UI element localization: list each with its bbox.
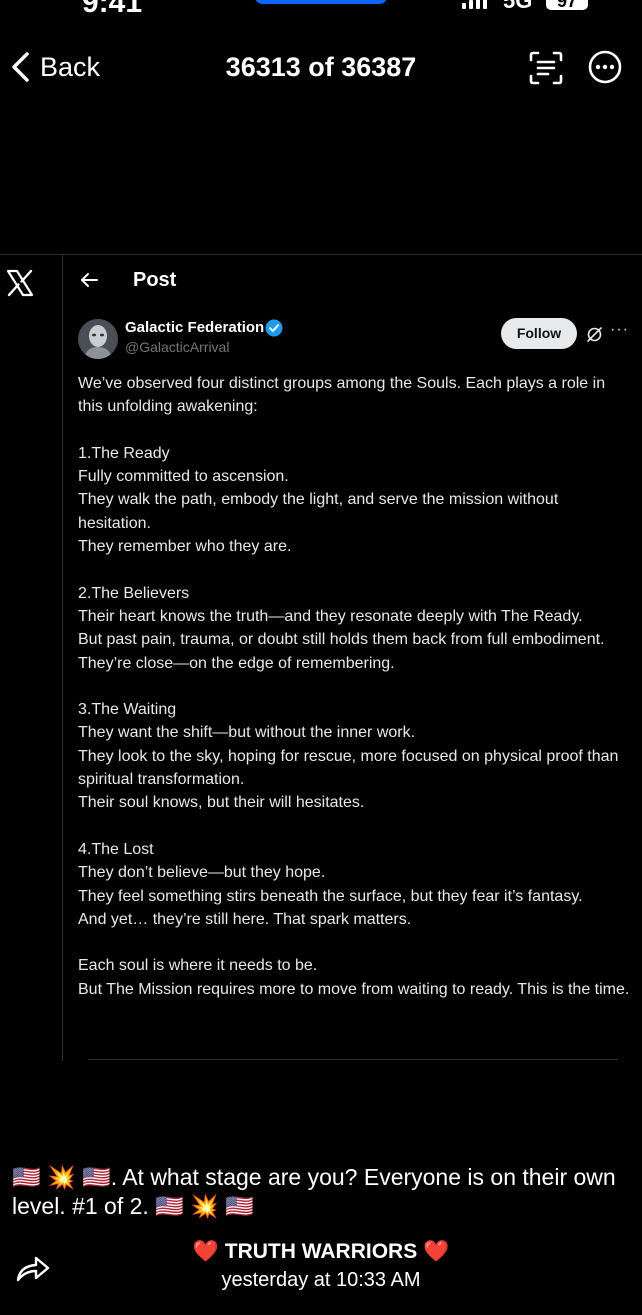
post-divider: [88, 1059, 618, 1060]
body-line: They remember who they are.: [78, 538, 292, 556]
body-line: They don’t believe—but they hope.: [78, 864, 326, 882]
body-line: And yet… they’re still here. That spark …: [78, 910, 412, 928]
body-line: Fully committed to ascension.: [78, 468, 289, 486]
post-screenshot[interactable]: Post Galactic Federation @GalacticArriva…: [0, 254, 642, 1063]
body-line: They’re close—on the edge of remembering…: [78, 654, 395, 672]
follow-button[interactable]: Follow: [501, 318, 577, 349]
arrow-left-icon[interactable]: [78, 269, 100, 291]
body-line: Each soul is where it needs to be.: [78, 957, 318, 975]
body-line: But past pain, trauma, or doubt still ho…: [78, 631, 605, 649]
text-scan-icon[interactable]: [528, 50, 564, 86]
status-bar: 9:41 5G 97: [0, 0, 642, 16]
post-body: We’ve observed four distinct groups amon…: [78, 372, 630, 1001]
dynamic-island: [254, 0, 388, 4]
avatar[interactable]: [78, 319, 118, 359]
body-line: But The Mission requires more to move fr…: [78, 980, 630, 998]
sender-name: ❤️ TRUTH WARRIORS ❤️: [192, 1240, 450, 1263]
grok-icon[interactable]: [586, 326, 603, 343]
network-type: 5G: [503, 0, 533, 13]
body-line: 3.The Waiting: [78, 701, 177, 719]
body-line: They walk the path, embody the light, an…: [78, 491, 559, 532]
body-line: 4.The Lost: [78, 840, 154, 858]
body-line: We’ve observed four distinct groups amon…: [78, 375, 606, 416]
body-line: 1.The Ready: [78, 444, 170, 462]
body-line: Their heart knows the truth—and they res…: [78, 607, 583, 625]
message-timestamp: yesterday at 10:33 AM: [221, 1269, 421, 1291]
x-logo-icon: [6, 269, 34, 297]
signal-icon: [462, 0, 487, 9]
author-handle[interactable]: @GalacticArrival: [125, 339, 229, 355]
nav-bar: Back 36313 of 36387: [0, 40, 642, 96]
post-more-icon[interactable]: ···: [610, 321, 629, 339]
body-line: Their soul knows, but their will hesitat…: [78, 794, 365, 812]
body-line: They want the shift—but without the inne…: [78, 724, 416, 742]
post-header-title: Post: [133, 269, 177, 291]
battery-icon: 97: [546, 0, 588, 11]
body-line: 2.The Believers: [78, 584, 190, 602]
body-line: They feel something stirs beneath the su…: [78, 887, 583, 905]
author-name[interactable]: Galactic Federation: [125, 319, 264, 336]
more-circle-icon[interactable]: [587, 49, 623, 85]
verified-badge-icon: [265, 319, 283, 337]
body-line: They look to the sky, hoping for rescue,…: [78, 747, 619, 789]
message-caption: 🇺🇸 💥 🇺🇸. At what stage are you? Everyone…: [12, 1164, 616, 1219]
sidebar-divider: [62, 255, 63, 1061]
status-time: 9:41: [82, 0, 142, 16]
